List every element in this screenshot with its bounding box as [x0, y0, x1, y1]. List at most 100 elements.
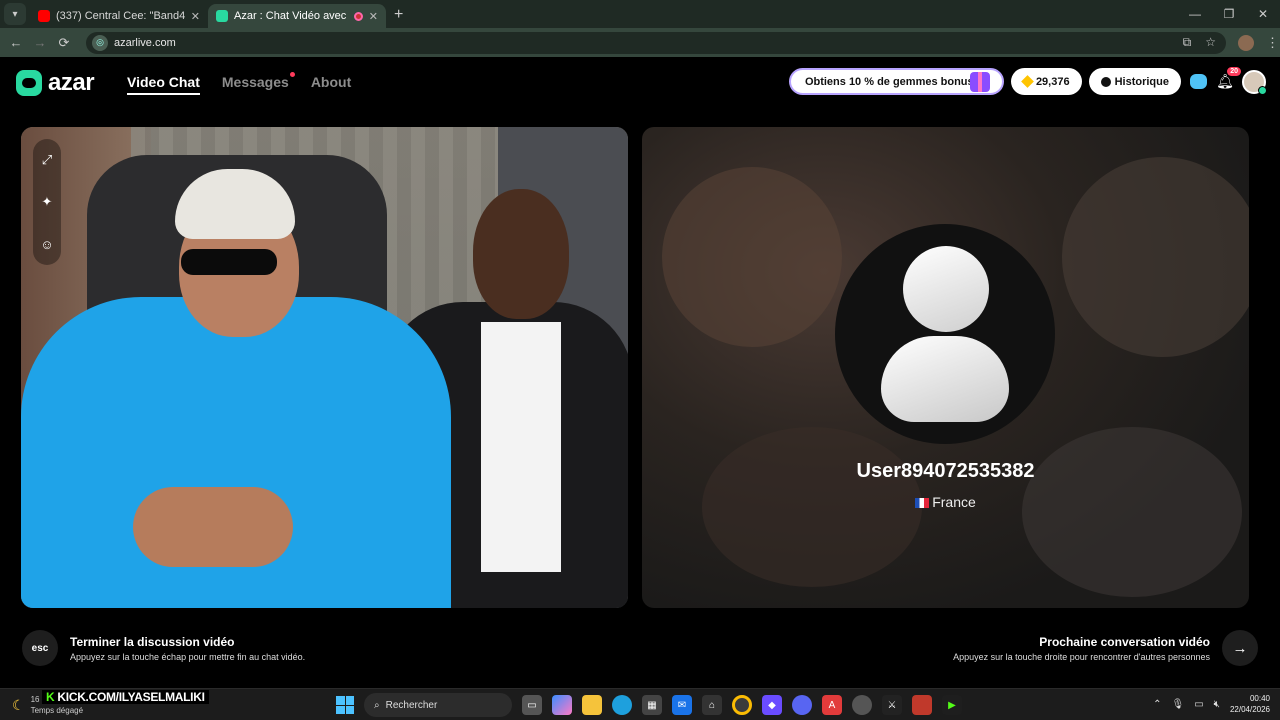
nav-video-chat[interactable]: Video Chat: [127, 74, 200, 95]
gems-balance-button[interactable]: 29,376: [1010, 68, 1082, 95]
local-video-panel: ⤢ ✦ ☺: [21, 127, 628, 608]
minimize-button[interactable]: —: [1178, 0, 1212, 28]
person-shirt: [481, 322, 561, 572]
system-tray: ⌃ 🎙︎ ▭ 🔇︎ 00:40 22/04/2026: [1153, 693, 1270, 715]
video-tools: ⤢ ✦ ☺: [33, 139, 61, 265]
expand-icon[interactable]: ⤢: [38, 151, 56, 169]
app-icon[interactable]: [852, 695, 872, 715]
header-actions: Obtiens 10 % de gemmes bonus ! 29,376 Hi…: [788, 66, 1267, 95]
azar-logo-icon: [16, 70, 42, 96]
address-bar[interactable]: ◎ azarlive.com ⧉ ☆: [86, 31, 1226, 54]
discord-icon[interactable]: [792, 695, 812, 715]
file-explorer-icon[interactable]: [582, 695, 602, 715]
site-info-icon[interactable]: ◎: [92, 34, 108, 51]
mute-speaker-icon[interactable]: 🔇︎: [1214, 699, 1220, 710]
azar-app: azar Video Chat Messages About Obtiens 1…: [0, 57, 1280, 688]
new-tab-button[interactable]: +: [394, 6, 403, 24]
tab-close-icon[interactable]: ✕: [191, 10, 200, 23]
clock-icon: [1100, 76, 1111, 87]
remote-video-panel: User894072535382 France: [642, 127, 1249, 608]
cast-icon[interactable]: ⧉: [1183, 35, 1192, 50]
next-chat-title: Prochaine conversation vidéo: [1039, 634, 1210, 649]
gems-count: 29,376: [1035, 75, 1070, 88]
app-icon[interactable]: [912, 695, 932, 715]
tab-title: Azar : Chat Vidéo avec de no: [234, 10, 348, 22]
outlook-icon[interactable]: ✉: [672, 695, 692, 715]
end-chat-hint: esc Terminer la discussion vidéo Appuyez…: [22, 630, 305, 666]
app-icon[interactable]: ⚔: [882, 695, 902, 715]
esc-button[interactable]: esc: [22, 630, 58, 666]
magic-wand-icon[interactable]: ✦: [38, 193, 56, 211]
history-label: Historique: [1114, 75, 1169, 88]
history-button[interactable]: Historique: [1088, 68, 1181, 95]
person-head: [473, 189, 569, 319]
chat-icon: [1189, 74, 1207, 89]
chrome-icon[interactable]: [732, 695, 752, 715]
sticker-icon[interactable]: ☺: [38, 235, 56, 253]
blurred-background: [1062, 157, 1249, 357]
person-silhouette-icon: [903, 246, 989, 332]
url-text: azarlive.com: [114, 36, 176, 49]
task-view-icon[interactable]: ▭: [522, 695, 542, 715]
display-icon[interactable]: ▭: [1194, 699, 1203, 710]
next-chat-hint: Prochaine conversation vidéo Appuyez sur…: [953, 630, 1258, 666]
taskbar-apps: ⌕ Rechercher ▭ ▦ ✉ ⌂ ◆ A ⚔ ▶: [336, 693, 962, 717]
browser-tab-azar[interactable]: Azar : Chat Vidéo avec de no ✕: [208, 4, 386, 28]
windows-start-icon[interactable]: [336, 696, 354, 714]
gem-icon: [1021, 75, 1034, 88]
adobe-icon[interactable]: A: [822, 695, 842, 715]
maximize-button[interactable]: ❐: [1212, 0, 1246, 28]
reload-icon[interactable]: ⟳: [52, 35, 76, 51]
blurred-background: [662, 167, 842, 347]
taskbar-clock[interactable]: 00:40 22/04/2026: [1230, 693, 1270, 715]
blurred-background: [1022, 427, 1242, 597]
copilot-icon[interactable]: [552, 695, 572, 715]
nav-messages[interactable]: Messages: [221, 72, 295, 95]
forward-icon[interactable]: →: [28, 35, 52, 50]
next-arrow-button[interactable]: →: [1222, 630, 1258, 666]
close-window-button[interactable]: ✕: [1246, 0, 1280, 28]
azar-favicon-icon: [216, 10, 228, 22]
stream-overlay: K KICK.COM/ILYASELMALIKI: [42, 690, 209, 704]
edge-icon[interactable]: [612, 695, 632, 715]
unread-dot: [289, 72, 295, 77]
taskbar-search[interactable]: ⌕ Rechercher: [364, 693, 512, 717]
gem-bonus-promo-button[interactable]: Obtiens 10 % de gemmes bonus !: [788, 68, 1004, 95]
browser-toolbar: ← → ⟳ ◎ azarlive.com ⧉ ☆ ⋮: [0, 28, 1280, 57]
bookmark-star-icon[interactable]: ☆: [1205, 35, 1216, 50]
kick-app-icon[interactable]: ▶: [942, 695, 962, 715]
notifications-button[interactable]: 🔔︎ 20: [1215, 66, 1241, 92]
tray-chevron-icon[interactable]: ⌃: [1153, 699, 1161, 710]
azar-logo[interactable]: azar: [16, 69, 95, 97]
user-avatar[interactable]: [1242, 69, 1267, 95]
bell-icon: 🔔︎: [1216, 73, 1234, 89]
main-nav: Video Chat Messages About: [127, 72, 351, 95]
microsoft-store-icon[interactable]: ▦: [642, 695, 662, 715]
tab-close-icon[interactable]: ✕: [369, 10, 378, 23]
moon-icon: ☾: [12, 696, 25, 713]
nav-messages-label: Messages: [221, 74, 289, 90]
browser-menu-icon[interactable]: ⋮: [1266, 35, 1279, 51]
tab-search-menu-icon[interactable]: ▾: [4, 3, 26, 25]
online-indicator: [1258, 85, 1267, 95]
stream-app-icon[interactable]: ⌂: [702, 695, 722, 715]
game-controller-icon[interactable]: ◆: [762, 695, 782, 715]
person-sunglasses: [181, 249, 277, 275]
chat-button[interactable]: [1188, 72, 1208, 92]
browser-tab-youtube[interactable]: (337) Central Cee: "Band4Band" ✕: [30, 4, 208, 28]
back-icon[interactable]: ←: [4, 35, 28, 50]
person-hands: [133, 487, 293, 567]
person-silhouette-icon: [881, 336, 1009, 422]
france-flag-icon: [915, 498, 930, 508]
end-chat-title: Terminer la discussion vidéo: [70, 634, 235, 649]
partner-avatar: [835, 224, 1055, 444]
window-controls: — ❐ ✕: [1178, 0, 1280, 28]
microphone-icon[interactable]: 🎙︎: [1171, 699, 1184, 710]
search-icon: ⌕: [374, 699, 380, 711]
recording-indicator-icon: [353, 11, 363, 21]
search-placeholder: Rechercher: [385, 699, 438, 711]
country-label: France: [932, 494, 976, 510]
overlay-text: KICK.COM/ILYASELMALIKI: [57, 690, 205, 704]
nav-about[interactable]: About: [311, 74, 351, 95]
browser-profile-icon[interactable]: [1238, 34, 1254, 51]
